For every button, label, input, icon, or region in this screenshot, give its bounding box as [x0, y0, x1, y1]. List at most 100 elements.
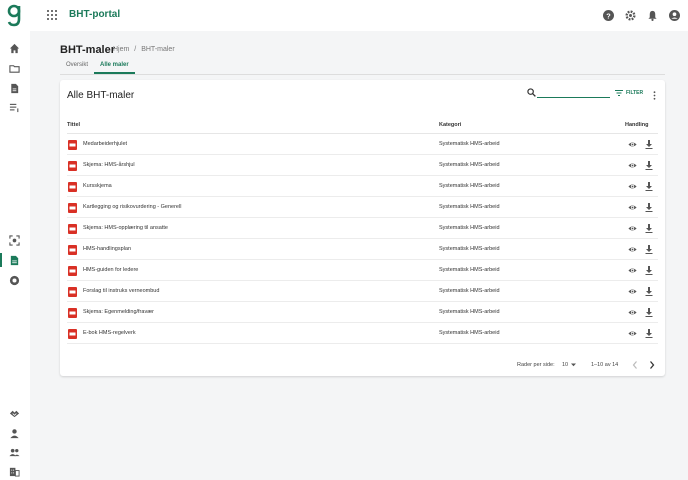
view-icon[interactable] — [628, 266, 637, 275]
document-icon[interactable] — [9, 83, 20, 94]
account-icon[interactable] — [669, 8, 680, 21]
row-category: Systematisk HMS-arbeid — [439, 183, 500, 189]
row-title[interactable]: Kartlegging og risikovurdering - Generel… — [83, 204, 181, 210]
table-header: Tittel Kategori Handling — [67, 119, 658, 134]
pdf-file-icon — [68, 287, 77, 297]
download-icon[interactable] — [645, 308, 653, 317]
tab-oversikt[interactable]: Oversikt — [60, 60, 94, 74]
row-category: Systematisk HMS-arbeid — [439, 267, 500, 273]
brand-logo[interactable] — [7, 3, 21, 27]
breadcrumb-separator: / — [134, 46, 137, 53]
column-category[interactable]: Kategori — [439, 122, 461, 128]
table-row[interactable]: HMS-guiden for ledere Systematisk HMS-arb… — [67, 260, 658, 281]
search-icon — [527, 88, 536, 97]
pagination-range: 1–10 av 14 — [591, 362, 619, 368]
side-nav — [0, 31, 30, 480]
row-title[interactable]: Medarbeiderhjulet — [83, 141, 127, 147]
column-action: Handling — [625, 122, 649, 128]
breadcrumb-home[interactable]: Hjem — [113, 46, 129, 53]
download-icon[interactable] — [645, 161, 653, 170]
tab-alle-maler[interactable]: Alle maler — [94, 60, 135, 74]
row-title[interactable]: HMS-guiden for ledere — [83, 267, 138, 273]
filter-button[interactable]: FILTER — [615, 90, 643, 96]
templates-icon[interactable] — [9, 255, 20, 266]
download-icon[interactable] — [645, 329, 653, 338]
pdf-file-icon — [68, 203, 77, 213]
table-row[interactable]: Kursskjema Systematisk HMS-arbeid — [67, 176, 658, 197]
chevron-left-icon[interactable] — [632, 361, 638, 369]
download-icon[interactable] — [645, 140, 653, 149]
table-row[interactable]: E-bok HMS-regelverk Systematisk HMS-arbei… — [67, 323, 658, 344]
row-title[interactable]: Skjema: Egenmelding/fravær — [83, 309, 154, 315]
view-icon[interactable] — [628, 245, 637, 254]
download-icon[interactable] — [645, 266, 653, 275]
page-title: BHT-maler — [60, 44, 116, 56]
table-row[interactable]: Medarbeiderhjulet Systematisk HMS-arbeid — [67, 134, 658, 155]
apps-grid-icon[interactable] — [47, 10, 57, 20]
table-row[interactable]: Kartlegging og risikovurdering - Generel… — [67, 197, 658, 218]
table-row[interactable]: Skjema: HMS-opplæring til ansatte Systema… — [67, 218, 658, 239]
row-category: Systematisk HMS-arbeid — [439, 141, 500, 147]
table-row[interactable]: Skjema: Egenmelding/fravær Systematisk HM… — [67, 302, 658, 323]
download-icon[interactable] — [645, 203, 653, 212]
table-row[interactable]: Forslag til instruks verneombud Systemati… — [67, 281, 658, 302]
view-icon[interactable] — [628, 308, 637, 317]
view-icon[interactable] — [628, 329, 637, 338]
row-category: Systematisk HMS-arbeid — [439, 204, 500, 210]
filter-label: FILTER — [626, 90, 644, 96]
download-icon[interactable] — [645, 182, 653, 191]
list-icon[interactable] — [9, 102, 20, 113]
chat-icon[interactable] — [9, 275, 20, 286]
templates-card: Alle BHT-maler FILTER Tittel Kategori Ha… — [60, 80, 665, 376]
row-category: Systematisk HMS-arbeid — [439, 162, 500, 168]
table-body: Medarbeiderhjulet Systematisk HMS-arbeid S… — [67, 134, 658, 344]
person-icon[interactable] — [9, 428, 20, 439]
more-vert-icon[interactable] — [653, 91, 656, 100]
row-title[interactable]: HMS-handlingsplan — [83, 246, 131, 252]
rows-per-page-select[interactable]: 10 — [562, 362, 568, 368]
svg-text:?: ? — [606, 11, 611, 20]
focus-icon[interactable] — [9, 235, 20, 246]
row-category: Systematisk HMS-arbeid — [439, 330, 500, 336]
download-icon[interactable] — [645, 287, 653, 296]
download-icon[interactable] — [645, 245, 653, 254]
column-title[interactable]: Tittel — [67, 122, 80, 128]
tab-divider — [60, 74, 665, 75]
help-icon[interactable]: ? — [603, 8, 614, 21]
view-icon[interactable] — [628, 161, 637, 170]
pdf-file-icon — [68, 266, 77, 276]
rows-per-page-label: Rader per side: — [517, 362, 555, 368]
row-title[interactable]: Skjema: HMS-årshjul — [83, 162, 135, 168]
view-icon[interactable] — [628, 203, 637, 212]
table-row[interactable]: HMS-handlingsplan Systematisk HMS-arbeid — [67, 239, 658, 260]
handshake-icon[interactable] — [9, 408, 20, 419]
company-icon[interactable] — [9, 466, 20, 477]
chevron-down-icon[interactable] — [571, 363, 576, 367]
home-icon[interactable] — [9, 43, 20, 54]
view-icon[interactable] — [628, 224, 637, 233]
app-title[interactable]: BHT-portal — [69, 9, 120, 20]
row-title[interactable]: Kursskjema — [83, 183, 112, 189]
view-icon[interactable] — [628, 182, 637, 191]
chevron-right-icon[interactable] — [649, 361, 655, 369]
pdf-file-icon — [68, 308, 77, 318]
pdf-file-icon — [68, 161, 77, 171]
row-title[interactable]: E-bok HMS-regelverk — [83, 330, 136, 336]
filter-icon — [615, 90, 623, 96]
folder-icon[interactable] — [9, 63, 20, 74]
download-icon[interactable] — [645, 224, 653, 233]
group-icon[interactable] — [9, 447, 20, 458]
notifications-icon[interactable] — [647, 8, 658, 21]
search-input[interactable] — [537, 88, 610, 98]
table-row[interactable]: Skjema: HMS-årshjul Systematisk HMS-arbei… — [67, 155, 658, 176]
pdf-file-icon — [68, 182, 77, 192]
view-icon[interactable] — [628, 140, 637, 149]
pdf-file-icon — [68, 245, 77, 255]
card-title: Alle BHT-maler — [67, 90, 135, 101]
row-title[interactable]: Skjema: HMS-opplæring til ansatte — [83, 225, 168, 231]
tab-bar: Oversikt Alle maler — [60, 60, 135, 74]
row-title[interactable]: Forslag til instruks verneombud — [83, 288, 159, 294]
breadcrumb: Hjem / BHT-maler — [113, 46, 175, 53]
settings-icon[interactable] — [625, 8, 636, 21]
view-icon[interactable] — [628, 287, 637, 296]
